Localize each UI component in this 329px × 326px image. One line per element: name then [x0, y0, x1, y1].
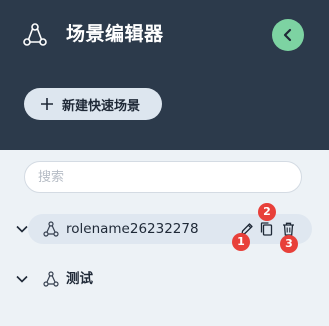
tree-item-scene[interactable]: 测试 [0, 264, 329, 294]
tree-item-label: 测试 [66, 271, 93, 287]
chevron-down-icon[interactable] [15, 222, 29, 236]
scene-node-icon [43, 271, 59, 287]
collapse-sidebar-button[interactable] [272, 19, 304, 51]
copy-icon[interactable] [259, 221, 274, 237]
scene-node-icon [43, 221, 59, 237]
app-title: 场景编辑器 [66, 23, 164, 45]
sidebar-header: 场景编辑器 新建快速场景 [0, 0, 329, 150]
search-box[interactable] [24, 161, 302, 193]
callout-badge-2: 2 [258, 203, 276, 221]
chevron-down-icon[interactable] [15, 272, 29, 286]
callout-badge-1: 1 [232, 233, 250, 251]
scene-network-icon [23, 23, 47, 46]
tree-item-label: rolename26232278 [66, 221, 199, 237]
new-quick-scene-label: 新建快速场景 [62, 98, 141, 114]
chevron-left-icon [283, 28, 292, 42]
tree-item-scene[interactable]: rolename26232278 1 2 3 [0, 203, 329, 253]
callout-badge-3: 3 [280, 235, 298, 253]
search-input[interactable] [36, 169, 280, 186]
plus-icon [41, 98, 53, 110]
new-quick-scene-button[interactable]: 新建快速场景 [24, 88, 162, 120]
